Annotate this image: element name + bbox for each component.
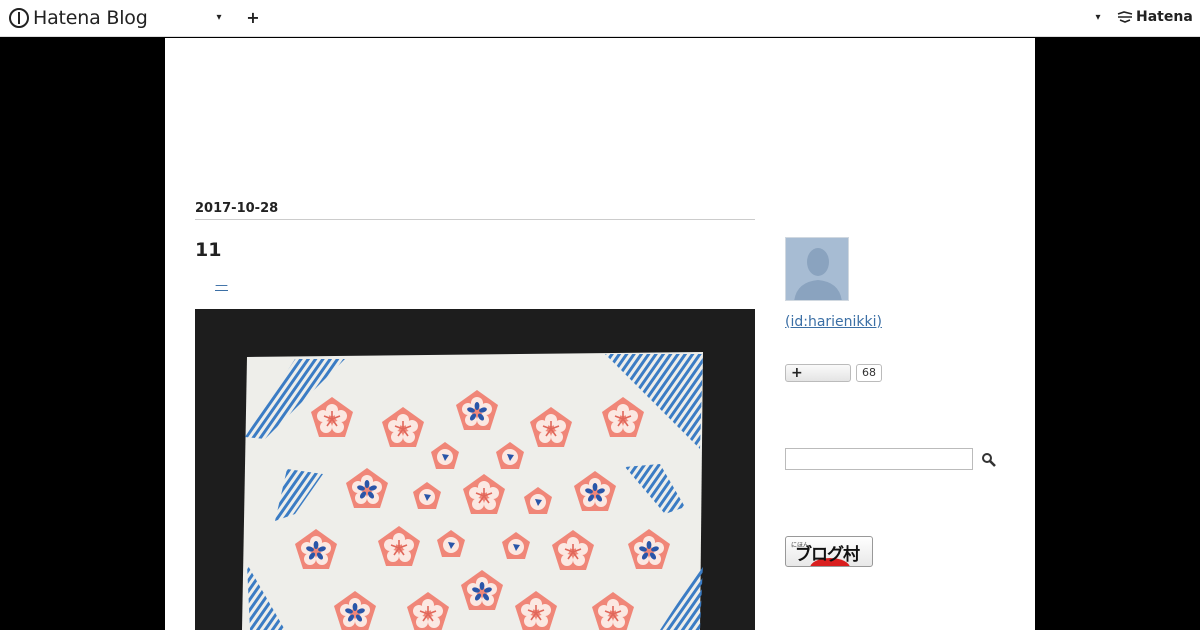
- entry-photo[interactable]: [195, 309, 755, 630]
- craft-photo-image: [195, 309, 755, 630]
- blog-page: 2017-10-28 11 — (id:harienikki) + 68 にほん…: [165, 38, 1035, 630]
- logo-text: Hatena Blog: [33, 7, 148, 29]
- search-icon[interactable]: [981, 452, 997, 468]
- profile-id-link[interactable]: (id:harienikki): [785, 314, 882, 330]
- blogmura-banner[interactable]: にほん ブログ村: [785, 536, 873, 567]
- hatena-blog-logo-icon: [9, 8, 29, 28]
- hatena-blog-logo[interactable]: Hatena Blog: [9, 6, 148, 30]
- entry-title[interactable]: 11: [195, 239, 221, 261]
- subscriber-count: 68: [856, 364, 882, 382]
- subscribe-button[interactable]: +: [785, 364, 851, 382]
- add-icon[interactable]: +: [243, 8, 263, 28]
- blog-menu-dropdown-icon[interactable]: ▾: [209, 8, 229, 28]
- profile-avatar[interactable]: [785, 237, 849, 301]
- hatena-logo[interactable]: Hatena: [1117, 9, 1193, 25]
- entry-category-link[interactable]: —: [215, 278, 228, 293]
- entry-date[interactable]: 2017-10-28: [195, 201, 755, 220]
- search-input[interactable]: [785, 448, 973, 470]
- user-menu-dropdown-icon[interactable]: ▾: [1088, 8, 1108, 28]
- hatena-logo-text: Hatena: [1136, 9, 1193, 25]
- global-header: Hatena Blog ▾ + ▾ Hatena: [0, 0, 1200, 37]
- plus-icon: +: [791, 365, 803, 381]
- hatena-logo-icon: [1117, 11, 1133, 23]
- default-user-icon: [786, 238, 848, 300]
- banner-text: ブログ村: [795, 545, 860, 565]
